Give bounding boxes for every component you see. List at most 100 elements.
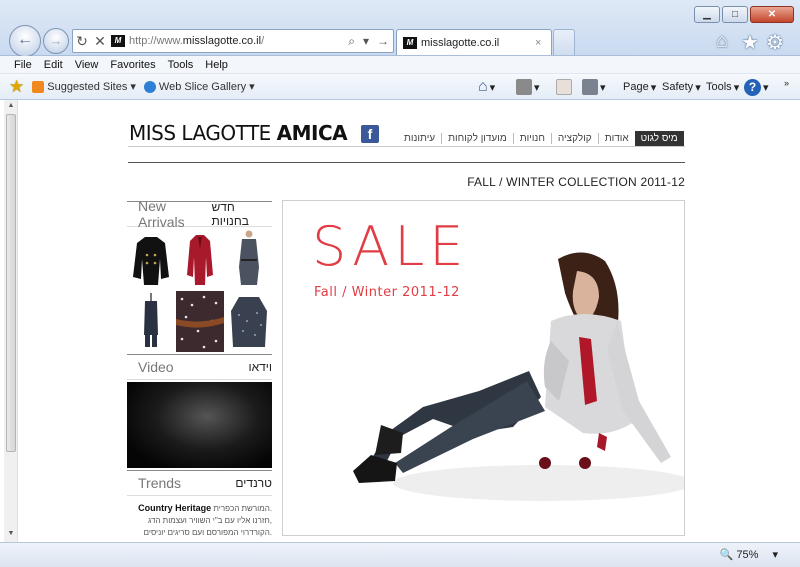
- new-tab-button[interactable]: [553, 29, 575, 55]
- web-slice-gallery-link[interactable]: Web Slice Gallery ▾: [143, 80, 255, 93]
- arrow-right-icon: →: [49, 33, 63, 48]
- chevron-down-icon: ▾: [534, 81, 540, 94]
- product-thumb[interactable]: [127, 291, 175, 352]
- menu-tools[interactable]: Tools: [162, 59, 200, 71]
- home-icon: ⌂: [478, 78, 488, 95]
- dark-cardigan-image: [231, 297, 267, 347]
- site-logo[interactable]: MISS LAGOTTE AMICA: [129, 121, 348, 145]
- rss-icon: [516, 79, 532, 95]
- home-command[interactable]: ⌂ ▾: [478, 74, 495, 100]
- chevron-down-icon: ▾: [600, 81, 606, 94]
- browser-tab[interactable]: M misslagotte.co.il ×: [396, 29, 552, 55]
- page-menu[interactable]: Page ▾: [623, 74, 656, 100]
- chevron-down-icon: ▾: [763, 81, 769, 94]
- help-icon: ?: [744, 78, 761, 96]
- nav-collection[interactable]: קולקציה: [550, 132, 598, 144]
- nav-stores[interactable]: חנויות: [512, 132, 551, 144]
- product-thumb[interactable]: [127, 229, 175, 290]
- gray-dress-image: [239, 230, 259, 285]
- tools-menu[interactable]: Tools ▾: [706, 74, 739, 100]
- nav-miss-lagotte[interactable]: מיס לגוט: [634, 130, 684, 146]
- address-url[interactable]: http://www.misslagotte.co.il/: [129, 35, 344, 47]
- video-player[interactable]: [127, 382, 272, 468]
- dropdown-icon[interactable]: ▾: [359, 34, 373, 48]
- chevron-down-icon: ▾: [249, 81, 255, 93]
- product-thumb[interactable]: [176, 229, 224, 290]
- menu-view[interactable]: View: [69, 59, 105, 71]
- menu-file[interactable]: File: [8, 59, 38, 71]
- tab-title: misslagotte.co.il: [421, 36, 500, 49]
- vertical-scrollbar[interactable]: ▲ ▼: [4, 100, 18, 542]
- chevron-down-icon: ▾: [772, 549, 778, 561]
- zoom-level: 75%: [736, 549, 759, 561]
- tab-favicon-icon: M: [403, 36, 417, 49]
- feeds-command[interactable]: ▾: [516, 74, 540, 100]
- stop-icon[interactable]: ✕: [91, 33, 109, 50]
- trend-item[interactable]: Country Heritage המורשת הכפרית. חזרנו אל…: [127, 496, 272, 539]
- suggested-sites-icon: [32, 80, 45, 93]
- nav-customer-club[interactable]: מועדון לקוחות: [441, 132, 513, 144]
- address-bar[interactable]: ↻ ✕ M http://www.misslagotte.co.il/ ⌕ ▾ …: [72, 29, 394, 53]
- patterned-belt-image: [176, 291, 224, 352]
- header-rule: [128, 162, 685, 163]
- menu-help[interactable]: Help: [199, 59, 234, 71]
- browser-titlebar: ▁ □ ✕ ← → ↻ ✕ M http://www.misslagotte.c…: [0, 0, 800, 57]
- video-header[interactable]: Video וידאו: [127, 354, 272, 380]
- refresh-icon[interactable]: ↻: [73, 33, 91, 50]
- chevron-down-icon: ▾: [130, 81, 136, 93]
- product-thumb[interactable]: [176, 291, 224, 352]
- chevron-down-icon: ▾: [650, 81, 657, 94]
- mail-icon: [556, 79, 572, 95]
- back-button[interactable]: ←: [9, 25, 41, 57]
- chevron-down-icon: ▾: [489, 81, 496, 94]
- suggested-sites-link[interactable]: Suggested Sites ▾: [32, 80, 136, 93]
- add-favorite-icon[interactable]: ★: [9, 77, 24, 97]
- read-mail-command[interactable]: [556, 74, 572, 100]
- zoom-icon: 🔍: [719, 549, 734, 561]
- sidebar: New Arrivals חדש בחנויות Video וידאו Tre…: [127, 198, 273, 539]
- new-arrivals-grid: [127, 227, 273, 354]
- sale-banner[interactable]: SALE Fall / Winter 2011-12: [282, 200, 685, 536]
- nav-about[interactable]: אודות: [597, 132, 635, 144]
- header-divider: [128, 146, 685, 147]
- new-arrivals-header[interactable]: New Arrivals חדש בחנויות: [127, 198, 272, 230]
- close-tab-button[interactable]: ×: [535, 37, 551, 49]
- facebook-icon[interactable]: f: [361, 125, 379, 143]
- favorites-star-icon[interactable]: ★: [741, 30, 759, 55]
- favorites-bar: ★ Suggested Sites ▾ Web Slice Gallery ▾ …: [0, 74, 800, 100]
- printer-icon: [582, 79, 598, 95]
- chevron-down-icon: ▾: [695, 81, 701, 94]
- forward-button[interactable]: →: [43, 28, 69, 54]
- go-icon[interactable]: →: [373, 34, 393, 48]
- search-icon[interactable]: ⌕: [344, 34, 359, 49]
- close-window-button[interactable]: ✕: [750, 6, 794, 23]
- nav-press[interactable]: עיתונות: [398, 133, 441, 144]
- window-controls: ▁ □ ✕: [694, 6, 794, 23]
- collection-title: FALL / WINTER COLLECTION 2011-12: [467, 175, 685, 189]
- menu-edit[interactable]: Edit: [38, 59, 69, 71]
- arrow-left-icon: ←: [17, 31, 33, 48]
- safety-menu[interactable]: Safety ▾: [662, 74, 701, 100]
- home-icon[interactable]: ⌂: [716, 30, 728, 53]
- scroll-down-icon[interactable]: ▼: [6, 530, 16, 537]
- product-thumb[interactable]: [225, 229, 273, 290]
- menu-bar: File Edit View Favorites Tools Help: [0, 56, 800, 74]
- scroll-up-icon[interactable]: ▲: [6, 102, 16, 109]
- status-bar: 🔍 75% ▾: [0, 542, 800, 567]
- black-jacket-image: [133, 237, 169, 285]
- trends-header[interactable]: Trends טרנדים: [127, 470, 272, 496]
- scrollbar-thumb[interactable]: [6, 114, 16, 452]
- print-command[interactable]: ▾: [582, 74, 606, 100]
- red-jacket-image: [187, 235, 213, 285]
- maximize-button[interactable]: □: [722, 6, 748, 23]
- ie-icon: [143, 80, 156, 93]
- help-command[interactable]: ? ▾: [744, 74, 769, 100]
- chevron-down-icon: ▾: [733, 81, 740, 94]
- product-thumb[interactable]: [225, 291, 273, 352]
- menu-favorites[interactable]: Favorites: [104, 59, 161, 71]
- zoom-control[interactable]: 🔍 75% ▾: [720, 548, 778, 561]
- minimize-button[interactable]: ▁: [694, 6, 720, 23]
- model-photo: [353, 252, 684, 501]
- gear-icon[interactable]: ⚙: [766, 30, 784, 55]
- more-commands-icon[interactable]: »: [784, 70, 789, 96]
